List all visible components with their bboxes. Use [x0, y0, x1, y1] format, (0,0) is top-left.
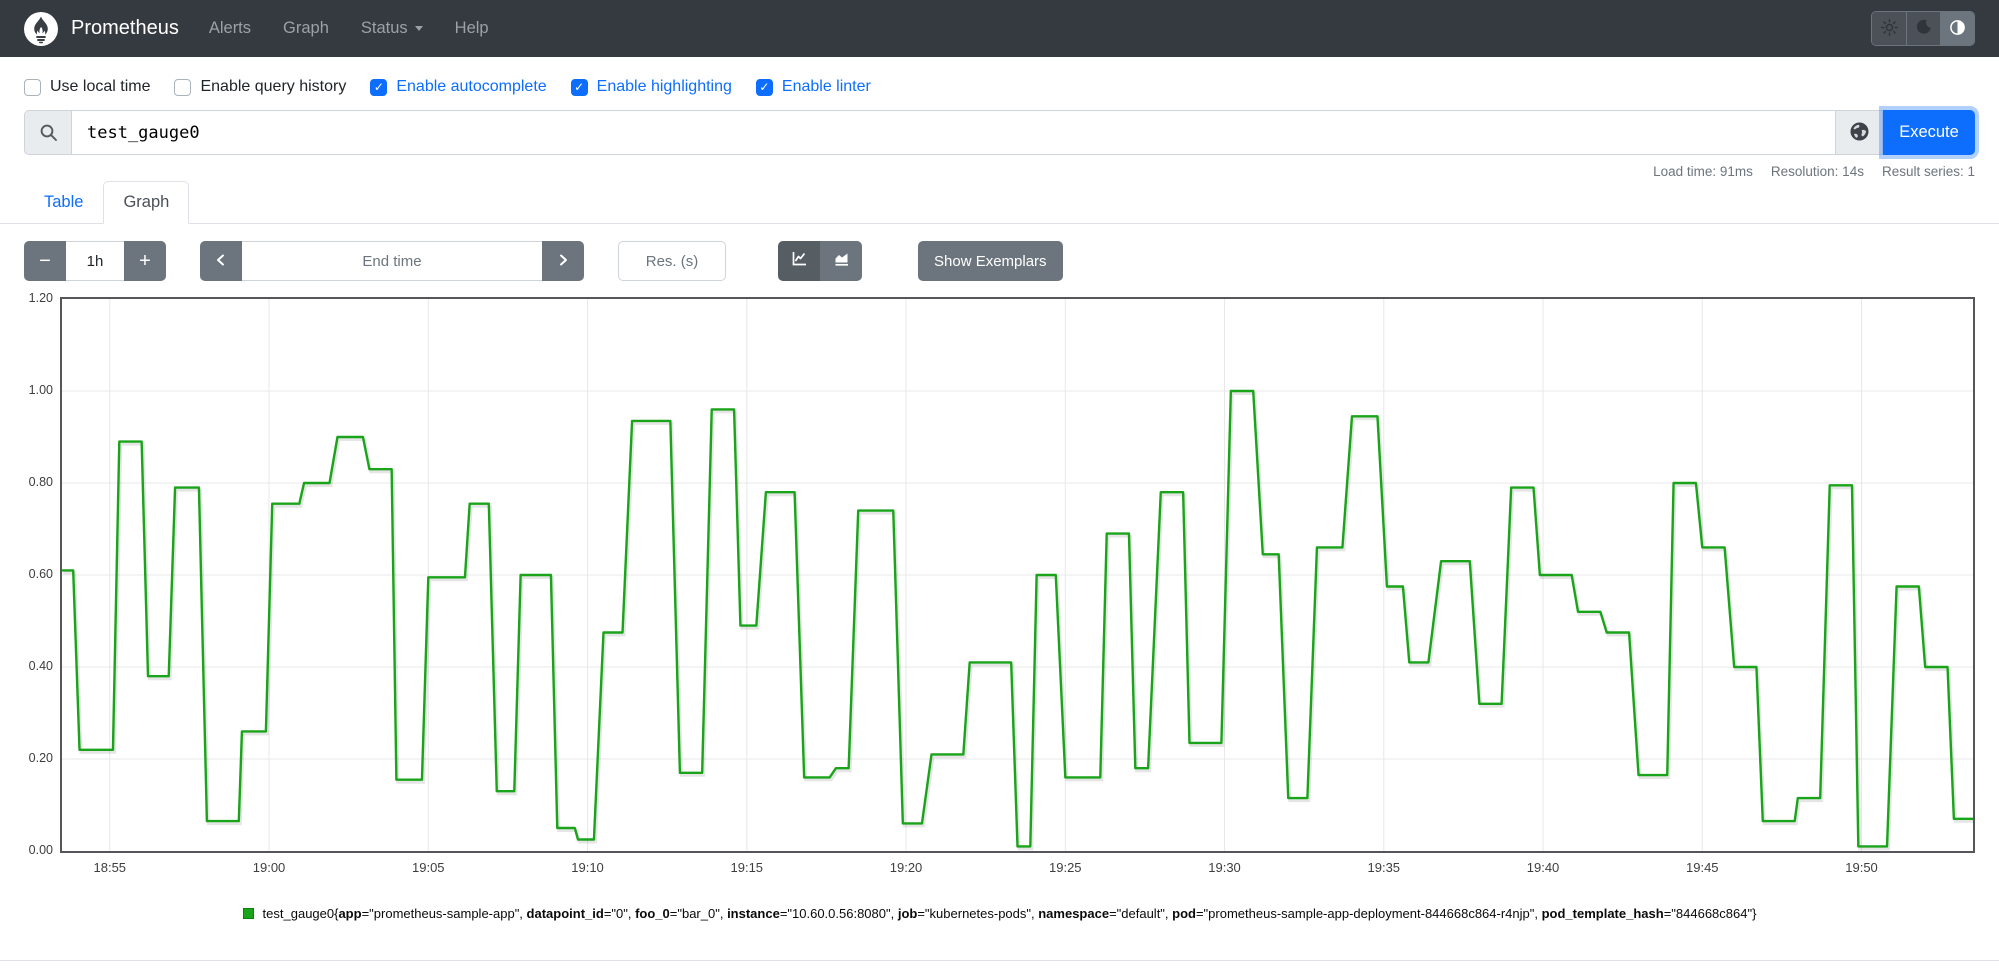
query-expression: test_gauge0: [87, 122, 200, 143]
resolution: Resolution: 14s: [1770, 164, 1864, 179]
caret-down-icon: [414, 26, 423, 31]
x-axis-tick-label: 19:05: [411, 860, 445, 875]
query-stats: Load time: 91ms Resolution: 14s Result s…: [0, 155, 1999, 179]
query-bar: test_gauge0 Execute: [24, 110, 1975, 155]
chevron-right-icon: [556, 250, 570, 273]
graph-controls: − +: [0, 224, 1999, 281]
theme-auto-button[interactable]: [1940, 12, 1974, 45]
x-axis-tick-label: 18:55: [93, 860, 127, 875]
x-axis-tick-label: 19:30: [1208, 860, 1241, 875]
query-options: Use local time Enable query history Enable…: [0, 57, 1999, 96]
y-axis-tick-label: 0.40: [28, 659, 53, 673]
option-use-local-time: Use local time: [24, 78, 150, 96]
globe-icon: [1849, 121, 1870, 145]
option-label: Enable highlighting: [596, 78, 732, 95]
resolution-input[interactable]: [618, 241, 726, 281]
show-exemplars-button[interactable]: Show Exemplars: [918, 241, 1063, 281]
option-enable-linter: Enable linter: [755, 78, 871, 96]
tab-graph[interactable]: Graph: [103, 181, 190, 224]
duration-input[interactable]: [66, 241, 124, 281]
sun-icon: [1880, 18, 1898, 39]
end-time-control: [200, 241, 584, 281]
nav-link-graph[interactable]: Graph: [283, 19, 329, 38]
y-axis-tick-label: 1.20: [28, 291, 53, 305]
result-series: Result series: 1: [1881, 164, 1975, 179]
time-forward-button[interactable]: [542, 241, 584, 281]
option-label: Enable query history: [200, 78, 347, 95]
decrease-duration-button[interactable]: −: [24, 241, 66, 281]
time-back-button[interactable]: [200, 241, 242, 281]
graph-canvas[interactable]: 0.00 0.20 0.40 0.60 0.80 1.00 1.20 18:55 19:00 19…: [29, 291, 1975, 875]
enable-query-history-checkbox[interactable]: [174, 78, 192, 96]
end-time-input[interactable]: [242, 241, 542, 281]
y-axis-tick-label: 0.20: [28, 751, 53, 765]
stacked-graph-toggle[interactable]: [820, 241, 862, 281]
duration-control: − +: [24, 241, 166, 281]
x-axis-tick-label: 19:25: [1048, 860, 1082, 875]
enable-linter-checkbox[interactable]: [755, 78, 773, 96]
increase-duration-button[interactable]: +: [124, 241, 166, 281]
option-enable-highlighting: Enable highlighting: [570, 78, 732, 96]
moon-icon: [1916, 19, 1932, 38]
query-input[interactable]: test_gauge0: [71, 110, 1836, 155]
y-axis-tick-label: 0.00: [28, 843, 53, 857]
nav-link-status[interactable]: Status: [361, 19, 423, 38]
x-axis-tick-label: 19:15: [730, 860, 764, 875]
brand-link[interactable]: Prometheus: [71, 17, 179, 40]
panel-tabs: Table Graph: [0, 181, 1999, 224]
enable-highlighting-checkbox[interactable]: [570, 78, 588, 96]
x-axis-tick-label: 19:45: [1685, 860, 1719, 875]
option-label: Enable autocomplete: [396, 78, 547, 95]
tab-table[interactable]: Table: [24, 181, 103, 224]
search-icon: [24, 110, 71, 155]
prometheus-logo-icon: [24, 11, 58, 46]
graph-panel: 0.00 0.20 0.40 0.60 0.80 1.00 1.20 18:55 19:00 19…: [24, 291, 1975, 924]
series-swatch: [242, 908, 254, 919]
option-enable-autocomplete: Enable autocomplete: [370, 78, 547, 96]
execute-button[interactable]: Execute: [1883, 110, 1975, 155]
nav-link-help[interactable]: Help: [455, 19, 489, 38]
enable-autocomplete-checkbox[interactable]: [370, 78, 388, 96]
metrics-explorer-button[interactable]: [1836, 110, 1883, 155]
legend-item[interactable]: test_gauge0{app="prometheus-sample-app",…: [242, 905, 1757, 924]
chevron-left-icon: [214, 250, 228, 273]
x-axis-tick-label: 19:35: [1367, 860, 1401, 875]
use-local-time-checkbox[interactable]: [24, 78, 41, 96]
y-axis-tick-label: 0.80: [28, 475, 53, 489]
x-axis-tick-label: 19:20: [889, 860, 923, 875]
nav-link-alerts[interactable]: Alerts: [209, 19, 251, 38]
y-axis-tick-label: 1.00: [28, 383, 53, 397]
y-axis-tick-label: 0.60: [28, 567, 53, 581]
graph-type-toggle: [778, 241, 862, 281]
theme-dark-button[interactable]: [1906, 12, 1940, 45]
load-time: Load time: 91ms: [1653, 164, 1753, 179]
x-axis-tick-label: 19:10: [571, 860, 604, 875]
x-axis-tick-label: 19:40: [1526, 860, 1560, 875]
area-chart-icon: [833, 250, 850, 273]
option-enable-query-history: Enable query history: [174, 78, 346, 96]
x-axis-tick-label: 19:00: [252, 860, 286, 875]
line-chart-icon: [791, 250, 808, 273]
theme-light-button[interactable]: [1872, 12, 1906, 45]
navbar: Prometheus Alerts Graph Status Help: [0, 0, 1999, 57]
theme-toggle-group: [1871, 11, 1975, 46]
option-label: Enable linter: [781, 78, 871, 95]
circle-half-icon: [1949, 19, 1966, 39]
line-graph-toggle[interactable]: [778, 241, 820, 281]
series-label: test_gauge0{app="prometheus-sample-app",…: [262, 906, 1757, 921]
x-axis-tick-label: 19:50: [1845, 860, 1878, 875]
panel-divider: [0, 959, 1999, 961]
option-label: Use local time: [50, 78, 151, 95]
